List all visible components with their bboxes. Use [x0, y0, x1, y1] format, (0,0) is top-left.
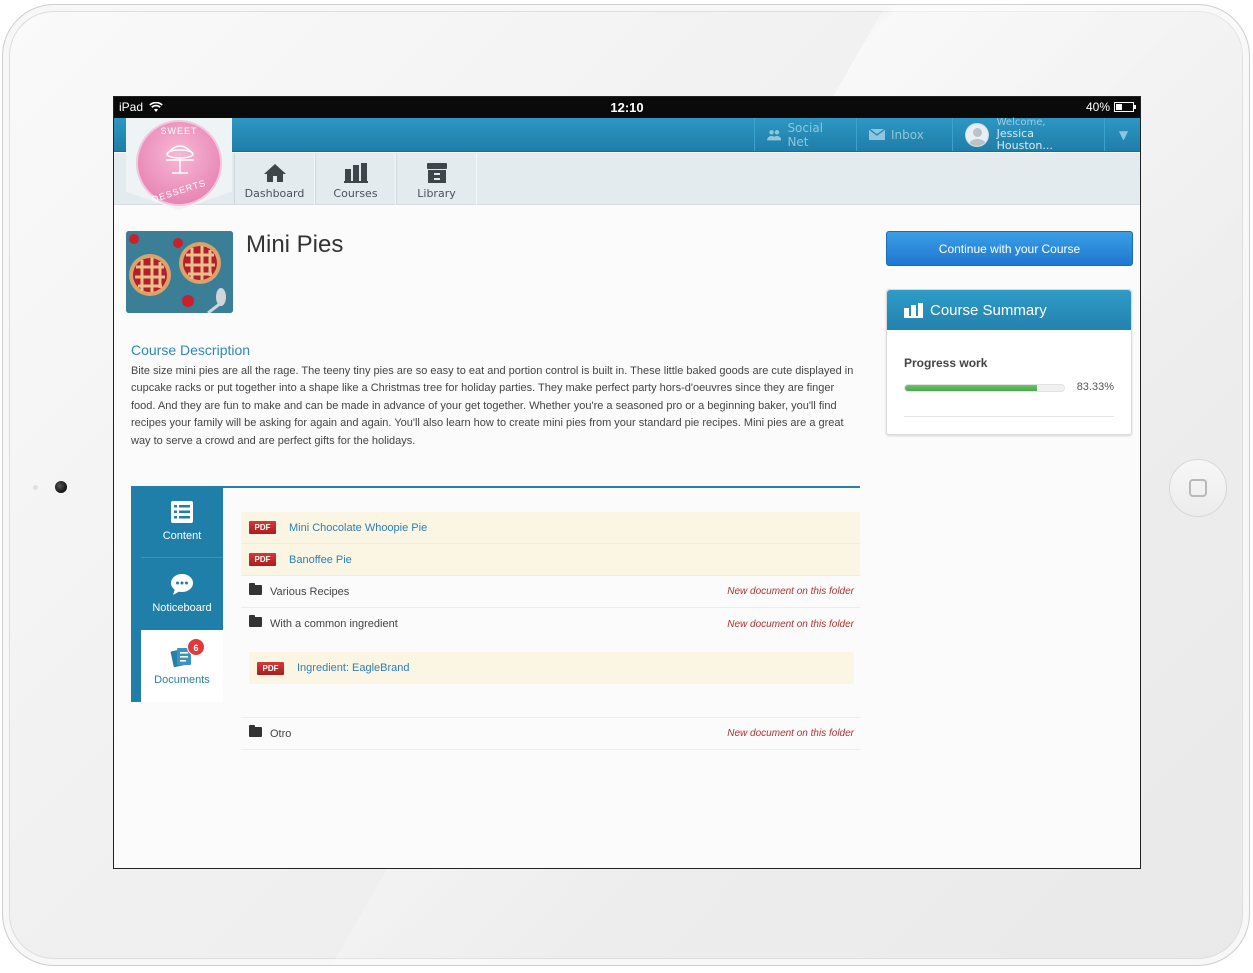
list-item[interactable]: PDF Ingredient: EagleBrand: [249, 652, 854, 684]
list-icon: [171, 501, 193, 523]
social-net-label: Social Net: [787, 120, 824, 149]
tab-content-label: Content: [162, 530, 202, 542]
status-bar: iPad 12:10 40%: [114, 97, 1140, 118]
progress-bar-fill: [905, 385, 1038, 391]
pdf-icon: PDF: [249, 553, 276, 566]
avatar: [965, 122, 989, 147]
inbox-label: Inbox: [891, 127, 924, 142]
mini-pies-image: [126, 231, 233, 313]
document-link[interactable]: Banoffee Pie: [289, 554, 352, 566]
list-spacer: [241, 696, 860, 718]
materials-top-border: [223, 486, 860, 488]
main-nav: Dashboard Courses Library: [114, 153, 1140, 205]
user-menu[interactable]: Welcome, Jessica Houston...: [952, 117, 1104, 152]
camera-icon: [55, 481, 67, 493]
folder-note: New document on this folder: [727, 728, 854, 739]
tab-noticeboard-label: Noticeboard: [152, 602, 212, 614]
status-right: 40%: [1085, 100, 1136, 114]
summary-divider: [904, 416, 1114, 417]
folder-note: New document on this folder: [727, 586, 854, 597]
nav-dashboard[interactable]: Dashboard: [234, 153, 315, 205]
sensor-dot: [33, 485, 38, 490]
speech-bubble-icon: [171, 574, 193, 595]
cake-stand-icon: [166, 145, 194, 174]
top-bar: Social Net Inbox Welcome, Jessica Housto…: [114, 117, 1140, 152]
home-button[interactable]: [1169, 459, 1227, 517]
progress-bar: [904, 384, 1065, 392]
nav-library[interactable]: Library: [396, 153, 477, 205]
user-text: Welcome, Jessica Houston...: [997, 117, 1092, 152]
screen: iPad 12:10 40% Social Net Inbox Welcome,…: [113, 96, 1141, 869]
folder-icon: [249, 724, 262, 737]
home-square-icon: [1189, 479, 1207, 497]
course-thumbnail: [126, 231, 233, 313]
progress-label: Progress work: [904, 356, 988, 370]
document-link[interactable]: Mini Chocolate Whoopie Pie: [289, 522, 427, 534]
tab-documents[interactable]: Documents 6: [141, 630, 223, 702]
document-list: PDF Mini Chocolate Whoopie Pie PDF Banof…: [241, 512, 860, 750]
list-item[interactable]: PDF Mini Chocolate Whoopie Pie: [241, 512, 860, 544]
document-link[interactable]: Ingredient: EagleBrand: [297, 662, 410, 674]
brand-logo[interactable]: SWEET DESSERTS: [126, 118, 232, 210]
list-item[interactable]: Otro New document on this folder: [241, 718, 860, 750]
course-description-text: Bite size mini pies are all the rage. Th…: [131, 365, 854, 447]
tab-noticeboard[interactable]: Noticeboard: [141, 558, 223, 630]
bar-chart-icon: [904, 302, 923, 318]
documents-count-badge: 6: [187, 638, 205, 656]
materials-tabs: Content Noticeboard Documents 6: [131, 486, 223, 702]
pdf-icon: PDF: [257, 661, 284, 675]
archive-icon: [426, 163, 447, 183]
home-icon: [263, 164, 286, 182]
pdf-icon: PDF: [249, 521, 276, 534]
page-title: Mini Pies: [246, 231, 344, 258]
clock: 12:10: [610, 100, 644, 115]
list-item[interactable]: PDF Banoffee Pie: [241, 544, 860, 576]
folder-note: New document on this folder: [727, 618, 854, 630]
inbox-link[interactable]: Inbox: [856, 118, 950, 151]
nav-library-label: Library: [417, 187, 456, 200]
tab-documents-label: Documents: [154, 674, 210, 686]
course-materials: Content Noticeboard Documents 6 PDF Mini…: [131, 486, 860, 751]
folder-icon: [249, 582, 262, 595]
caret-down-icon: ▼: [1118, 127, 1129, 142]
folder-name: With a common ingredient: [270, 618, 398, 630]
tab-content[interactable]: Content: [141, 486, 223, 558]
continue-course-button[interactable]: Continue with your Course: [886, 231, 1133, 266]
battery-percent: 40%: [1085, 100, 1110, 114]
user-name: Jessica Houston...: [996, 127, 1053, 152]
nav-dashboard-label: Dashboard: [244, 187, 305, 200]
folder-name: Various Recipes: [270, 585, 350, 598]
logo-badge: SWEET DESSERTS: [136, 120, 222, 206]
folder-name: Otro: [270, 727, 292, 740]
course-summary-header: Course Summary: [887, 290, 1131, 330]
nav-courses-label: Courses: [333, 187, 378, 200]
envelope-icon: [869, 129, 885, 140]
social-net-link[interactable]: Social Net: [754, 118, 854, 151]
list-item[interactable]: With a common ingredient New document on…: [241, 608, 860, 640]
people-icon: [767, 129, 782, 140]
battery-icon: [1114, 102, 1136, 112]
course-summary-panel: Course Summary Progress work 83.33%: [886, 289, 1132, 435]
course-summary-title: Course Summary: [930, 301, 1047, 319]
course-description-heading: Course Description: [131, 342, 251, 358]
nav-courses[interactable]: Courses: [315, 153, 396, 205]
logo-top-text: SWEET: [160, 126, 198, 136]
folder-icon: [249, 615, 262, 627]
list-item[interactable]: Various Recipes New document on this fol…: [241, 576, 860, 608]
progress-percent: 83.33%: [1076, 381, 1114, 393]
user-dropdown-toggle[interactable]: ▼: [1104, 118, 1140, 151]
bar-chart-icon: [343, 163, 368, 183]
